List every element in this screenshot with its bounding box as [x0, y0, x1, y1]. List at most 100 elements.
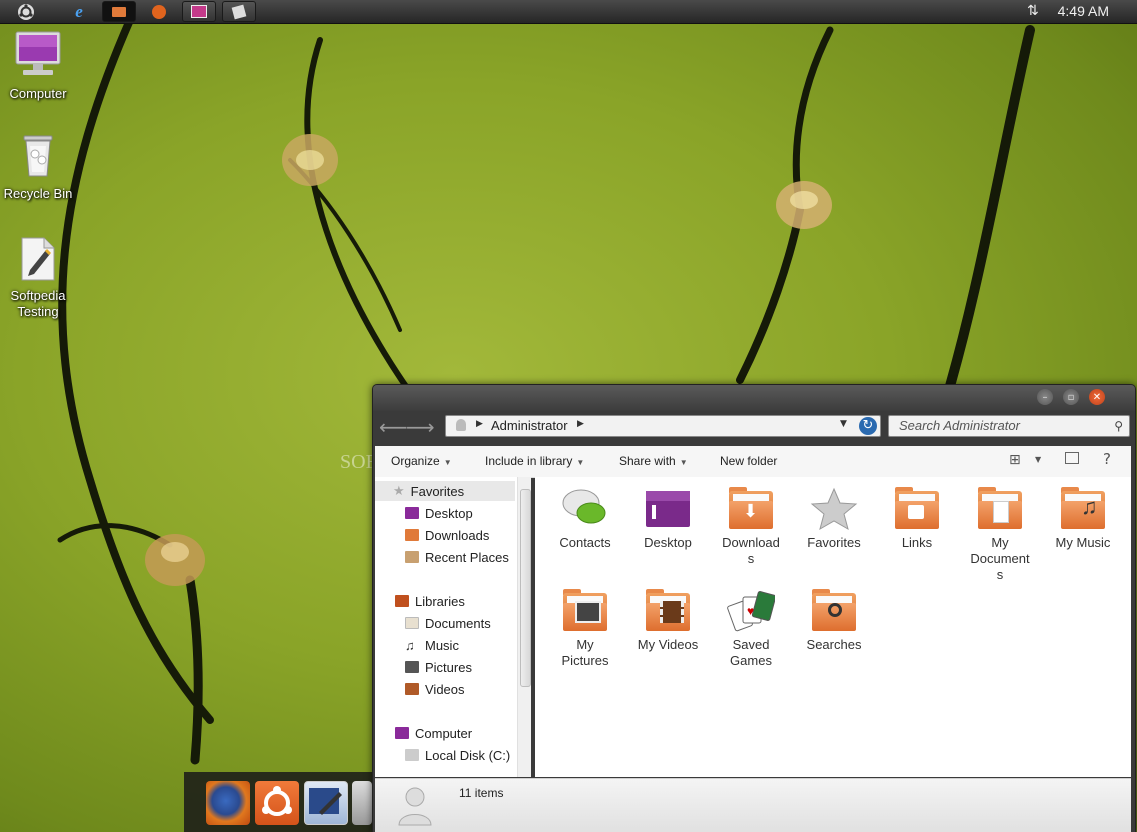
user-avatar-icon [398, 787, 432, 826]
nav-scrollbar-thumb[interactable] [520, 489, 531, 687]
nav-item-desktop[interactable]: Desktop [405, 503, 473, 523]
forward-arrow-icon[interactable]: ⟶ [406, 415, 435, 439]
search-input-text[interactable]: Search Administrator [899, 418, 1020, 433]
music-folder-icon: ♫ [1059, 487, 1107, 531]
nav-item-downloads[interactable]: Downloads [405, 525, 489, 545]
file-item-contacts[interactable]: Contacts [545, 487, 625, 551]
desktop-icon-recycle-bin[interactable]: Recycle Bin [0, 132, 76, 202]
file-item-favorites[interactable]: Favorites [794, 487, 874, 551]
file-item-label: Favorites [807, 535, 861, 550]
chevron-down-icon: ▼ [576, 458, 585, 467]
disk-icon [405, 749, 419, 761]
file-item-label: Desktop [644, 535, 692, 550]
computer-icon [395, 727, 409, 739]
writer-icon [309, 788, 342, 815]
minimize-button[interactable]: – [1037, 389, 1053, 405]
dock-writer[interactable] [304, 781, 348, 825]
refresh-icon[interactable]: ↻ [859, 417, 877, 435]
media-player-icon [152, 4, 166, 19]
share-with-label: Share with [619, 454, 676, 468]
star-icon: ★ [393, 483, 405, 498]
file-item-searches[interactable]: Searches [794, 589, 874, 653]
details-pane: 11 items [375, 778, 1131, 832]
organize-label: Organize [391, 454, 440, 468]
close-icon: ✕ [1092, 391, 1102, 403]
nav-label: Music [425, 637, 459, 653]
nav-item-local-disk[interactable]: Local Disk (C:) [405, 745, 510, 765]
file-item-my-documents[interactable]: My Document s [960, 487, 1040, 583]
address-input[interactable]: ▶ Administrator ▶ ▼ ↻ [445, 415, 881, 437]
new-folder-button[interactable]: New folder [720, 454, 777, 468]
file-item-my-videos[interactable]: My Videos [628, 589, 708, 653]
file-item-my-music[interactable]: ♫ My Music [1043, 487, 1123, 551]
dock-firefox[interactable] [206, 781, 250, 825]
nav-scrollbar[interactable] [517, 477, 531, 777]
nav-label: Desktop [425, 505, 473, 521]
chevron-down-icon[interactable]: ▼ [1035, 455, 1041, 464]
pictures-icon [405, 661, 419, 673]
network-icon[interactable]: ⇅ [1027, 3, 1039, 19]
file-item-saved-games[interactable]: ♥ Saved Games [711, 589, 791, 669]
file-item-label: My Videos [637, 637, 699, 652]
search-icon[interactable]: ⚲ [1114, 419, 1123, 433]
nav-label: Documents [425, 615, 491, 631]
view-options-icon[interactable]: ⊞ [1009, 452, 1021, 468]
links-folder-icon [893, 487, 941, 531]
paint-icon [191, 5, 207, 18]
preview-pane-icon[interactable] [1065, 452, 1079, 464]
maximize-button[interactable]: ▫ [1063, 389, 1079, 405]
file-item-links[interactable]: Links [877, 487, 957, 551]
command-toolbar: Organize ▼ Include in library ▼ Share with… [375, 446, 1131, 478]
share-with-button[interactable]: Share with ▼ [619, 454, 688, 468]
file-item-label: Contacts [559, 535, 611, 550]
desktop-icon-computer[interactable]: Computer [0, 30, 76, 102]
include-in-library-button[interactable]: Include in library ▼ [485, 454, 584, 468]
nav-favorites[interactable]: ★ Favorites [375, 481, 515, 501]
task-notes[interactable] [222, 1, 256, 22]
videos-icon [405, 683, 419, 695]
documents-icon [405, 617, 419, 629]
close-button[interactable]: ✕ [1089, 389, 1105, 405]
file-item-downloads[interactable]: ⬇ Download s [711, 487, 791, 567]
search-field[interactable]: Search Administrator ⚲ [888, 415, 1130, 437]
nav-item-music[interactable]: ♫ Music [405, 635, 459, 655]
file-item-label: Saved Games [730, 637, 772, 668]
nav-item-documents[interactable]: Documents [405, 613, 491, 633]
task-paint[interactable] [182, 1, 216, 22]
item-count: 11 items [459, 786, 504, 800]
desktop: SOFTPEDIA e ⇅ 4:49 AM [0, 0, 1137, 832]
file-item-desktop[interactable]: Desktop [628, 487, 708, 551]
user-icon [456, 419, 466, 431]
clock[interactable]: 4:49 AM [1058, 3, 1109, 19]
task-file-manager[interactable] [102, 1, 136, 22]
file-item-my-pictures[interactable]: My Pictures [545, 589, 625, 669]
pictures-folder-icon [561, 589, 609, 633]
nav-label: Videos [425, 681, 465, 697]
nav-label: Local Disk (C:) [425, 747, 511, 763]
window-titlebar[interactable]: – ▫ ✕ [373, 385, 1135, 411]
document-icon [21, 237, 55, 281]
media-player-launcher[interactable] [146, 1, 172, 22]
contacts-icon [561, 487, 609, 531]
nav-item-videos[interactable]: Videos [405, 679, 465, 699]
nav-libraries[interactable]: Libraries [395, 591, 465, 611]
nav-item-recent-places[interactable]: Recent Places [405, 547, 509, 567]
breadcrumb-administrator[interactable]: Administrator [491, 418, 568, 433]
dock-ubuntu[interactable] [255, 781, 299, 825]
address-dropdown-icon[interactable]: ▼ [840, 419, 847, 429]
include-in-library-label: Include in library [485, 454, 573, 468]
folder-icon [112, 6, 126, 17]
back-arrow-icon[interactable]: ⟵ [379, 415, 408, 439]
help-icon[interactable]: ? [1103, 450, 1111, 468]
chevron-down-icon: ▼ [679, 458, 688, 467]
file-item-label: Download s [722, 535, 780, 566]
ubuntu-menu-button[interactable] [14, 1, 38, 22]
internet-explorer-launcher[interactable]: e [66, 1, 92, 22]
nav-item-pictures[interactable]: Pictures [405, 657, 472, 677]
desktop-icon-softpedia-testing[interactable]: Softpedia Testing [0, 236, 76, 320]
nav-computer[interactable]: Computer [395, 723, 472, 743]
nav-label: Favorites [410, 483, 465, 499]
organize-button[interactable]: Organize ▼ [391, 454, 452, 468]
dock-misc[interactable] [352, 781, 372, 825]
desktop-icon [405, 507, 419, 519]
